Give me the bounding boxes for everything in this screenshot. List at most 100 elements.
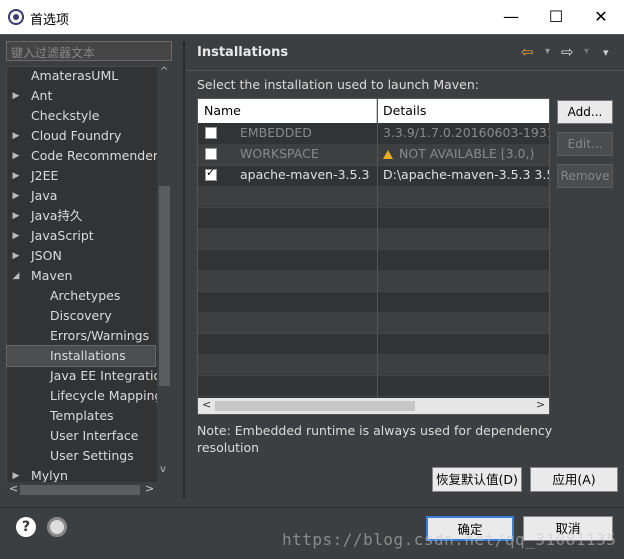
installation-checkbox[interactable]: [205, 166, 217, 181]
tree-item[interactable]: ▶ Code Recommenders: [7, 146, 157, 166]
title-bar: 首选项 — ☐ ✕: [0, 0, 624, 34]
installation-checkbox[interactable]: [205, 127, 217, 139]
tree-item[interactable]: ▶ Ant: [7, 86, 157, 106]
installation-checkbox[interactable]: [205, 148, 217, 160]
expand-arrow-icon[interactable]: ▶: [11, 246, 21, 266]
import-export-icon[interactable]: [47, 517, 67, 537]
tree-item[interactable]: User Interface: [7, 426, 157, 446]
expand-arrow-icon[interactable]: ▶: [11, 126, 21, 146]
page-title: Installations: [197, 45, 289, 60]
installation-name: WORKSPACE: [240, 146, 319, 161]
table-row[interactable]: apache-maven-3.5.3 D:\apache-maven-3.5.3 …: [198, 165, 549, 187]
tree-item-label: Checkstyle: [31, 108, 100, 123]
tree-item[interactable]: Archetypes: [7, 286, 157, 306]
tree-item[interactable]: Java EE Integration: [7, 366, 157, 386]
table-scroll-right-icon[interactable]: >: [536, 398, 545, 411]
table-row: [198, 270, 549, 292]
table-row: [198, 228, 549, 250]
forward-arrow-icon[interactable]: ⇨: [561, 43, 574, 61]
forward-dropdown-icon[interactable]: ▾: [584, 46, 589, 57]
tree-item-label: Errors/Warnings: [50, 328, 150, 343]
expand-arrow-icon[interactable]: ▶: [11, 206, 21, 226]
scroll-up-arrow-icon[interactable]: ^: [160, 66, 168, 77]
tree-item[interactable]: ▶ Java: [7, 186, 157, 206]
back-dropdown-icon[interactable]: ▾: [545, 46, 550, 57]
table-row[interactable]: EMBEDDED 3.3.9/1.7.0.20160603-1931: [198, 123, 549, 145]
column-header-name[interactable]: Name: [198, 99, 377, 123]
back-arrow-icon[interactable]: ⇦: [521, 43, 534, 61]
add-button[interactable]: Add...: [557, 100, 613, 124]
tree-item-label: Archetypes: [50, 288, 121, 303]
tree-item[interactable]: ▶ JSON: [7, 246, 157, 266]
table-row: [198, 375, 549, 397]
expand-arrow-icon[interactable]: ◢: [11, 266, 21, 286]
header-divider: [186, 70, 624, 71]
eclipse-app-icon: [8, 9, 24, 25]
installation-details: NOT AVAILABLE [3.0,): [399, 146, 535, 161]
embedded-runtime-note: Note: Embedded runtime is always used fo…: [197, 423, 553, 455]
installation-name: EMBEDDED: [240, 125, 312, 140]
installation-name: apache-maven-3.5.3: [240, 167, 370, 182]
tree-item-label: Code Recommenders: [31, 148, 157, 163]
tree-item[interactable]: AmaterasUML: [7, 66, 157, 86]
expand-arrow-icon[interactable]: ▶: [11, 86, 21, 106]
tree-item[interactable]: ◢ Maven: [7, 266, 157, 286]
warning-icon: [383, 150, 393, 159]
tree-item[interactable]: ▶ Cloud Foundry: [7, 126, 157, 146]
tree-item[interactable]: ▶ Java持久: [7, 206, 157, 226]
minimize-button[interactable]: —: [488, 0, 534, 34]
tree-item[interactable]: Templates: [7, 406, 157, 426]
restore-defaults-button[interactable]: 恢复默认值(D): [432, 467, 522, 492]
edit-button[interactable]: Edit...: [557, 132, 613, 156]
tree-item[interactable]: Discovery: [7, 306, 157, 326]
expand-arrow-icon[interactable]: ▶: [11, 226, 21, 246]
tree-item-label: JSON: [31, 248, 62, 263]
expand-arrow-icon[interactable]: ▶: [11, 186, 21, 206]
tree-item[interactable]: User Settings: [7, 446, 157, 466]
tree-item-label: Java: [31, 188, 58, 203]
tree-item-label: Ant: [31, 88, 53, 103]
maximize-button[interactable]: ☐: [533, 0, 579, 34]
tree-item[interactable]: ▶ J2EE: [7, 166, 157, 186]
tree-vertical-scroll-thumb[interactable]: [159, 186, 170, 386]
tree-item-label: Java持久: [31, 208, 83, 223]
tree-item-label: User Interface: [50, 428, 139, 443]
table-scroll-left-icon[interactable]: <: [202, 398, 211, 411]
scroll-right-arrow-icon[interactable]: >: [145, 482, 154, 495]
table-header: Name Details: [198, 99, 549, 123]
tree-item[interactable]: ▶ JavaScript: [7, 226, 157, 246]
tree-item-label: Lifecycle Mappings: [50, 388, 157, 403]
tree-item-label: Templates: [50, 408, 114, 423]
pane-splitter[interactable]: [183, 41, 185, 499]
table-horizontal-scroll-thumb[interactable]: [215, 401, 415, 411]
tree-item-label: Installations: [50, 348, 126, 363]
table-row: [198, 186, 549, 208]
table-row[interactable]: WORKSPACE NOT AVAILABLE [3.0,): [198, 144, 549, 166]
column-divider: [377, 99, 378, 399]
tree-item[interactable]: Installations: [6, 345, 156, 367]
tree-horizontal-scroll-thumb[interactable]: [20, 485, 140, 495]
scroll-down-arrow-icon[interactable]: v: [160, 464, 166, 475]
scroll-left-arrow-icon[interactable]: <: [9, 482, 18, 495]
apply-button[interactable]: 应用(A): [530, 467, 618, 492]
close-button[interactable]: ✕: [578, 0, 624, 34]
tree-item[interactable]: Errors/Warnings: [7, 326, 157, 346]
table-row: [198, 354, 549, 376]
tree-item[interactable]: Lifecycle Mappings: [7, 386, 157, 406]
tree-item-label: J2EE: [31, 168, 59, 183]
remove-button[interactable]: Remove: [557, 164, 613, 188]
table-row: [198, 291, 549, 313]
help-icon[interactable]: ?: [16, 517, 36, 537]
window-title: 首选项: [30, 13, 70, 28]
filter-input[interactable]: 键入过滤器文本: [6, 41, 172, 61]
table-row: [198, 207, 549, 229]
expand-arrow-icon[interactable]: ▶: [11, 166, 21, 186]
installation-details: D:\apache-maven-3.5.3 3.5.3: [383, 167, 549, 182]
column-header-details[interactable]: Details: [377, 99, 555, 123]
tree-item[interactable]: Checkstyle: [7, 106, 157, 126]
tree-item-label: User Settings: [50, 448, 134, 463]
table-row: [198, 312, 549, 334]
expand-arrow-icon[interactable]: ▶: [11, 146, 21, 166]
view-menu-icon[interactable]: ▾: [603, 46, 609, 59]
details-cell: D:\apache-maven-3.5.3 3.5.3: [383, 165, 549, 185]
